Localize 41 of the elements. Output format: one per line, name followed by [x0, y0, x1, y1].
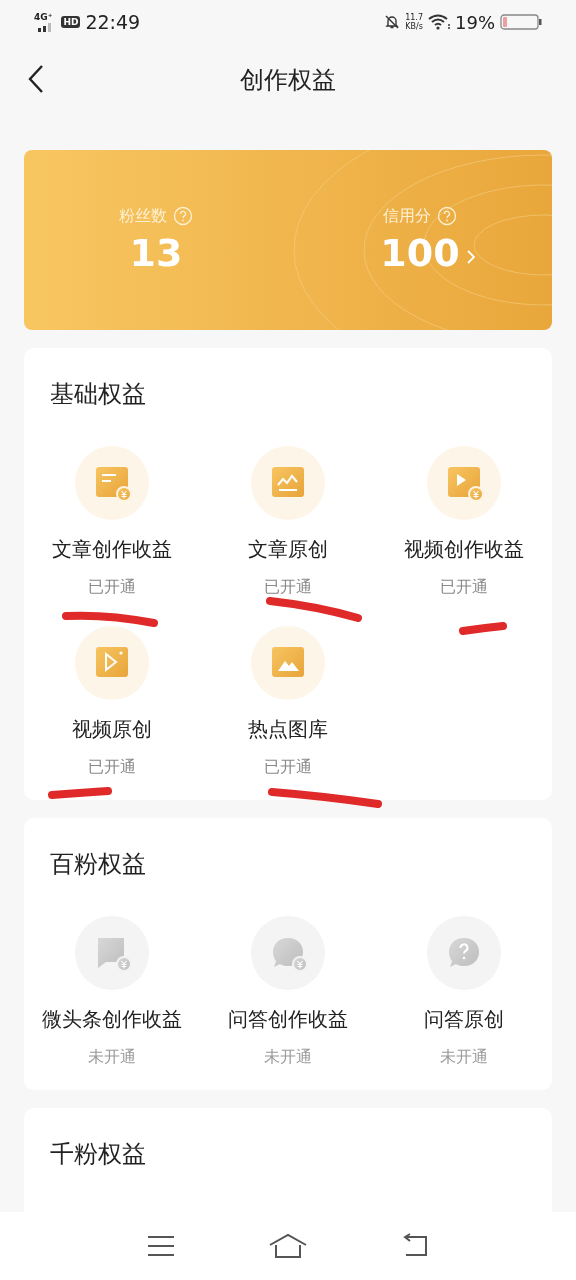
section-title: 千粉权益 — [49, 1139, 147, 1170]
benefit-name: 微头条创作收益 — [42, 1006, 182, 1033]
benefit-status: 未开通 — [264, 1047, 312, 1068]
home-icon[interactable] — [268, 1233, 308, 1259]
network-indicator: 4G⁺ — [34, 12, 53, 22]
muted-bell-icon — [384, 14, 401, 30]
stat-value[interactable]: 100 — [380, 230, 460, 275]
battery-icon — [500, 14, 542, 30]
back-icon[interactable] — [27, 64, 45, 94]
battery-percent: 19% — [455, 11, 495, 33]
benefit-name: 热点图库 — [248, 716, 328, 743]
help-icon[interactable] — [437, 206, 457, 226]
benefit-status: 已开通 — [264, 757, 312, 778]
section-title: 基础权益 — [49, 379, 147, 410]
marker-stroke — [459, 620, 507, 636]
benefit-name: 视频创作收益 — [404, 536, 524, 563]
benefit-status: 已开通 — [88, 577, 136, 598]
benefit-name: 问答原创 — [424, 1006, 504, 1033]
help-icon[interactable] — [173, 206, 193, 226]
benefit-status: 未开通 — [440, 1047, 488, 1068]
signal-icon — [38, 21, 52, 32]
wifi-icon — [428, 14, 450, 30]
menu-icon[interactable] — [146, 1234, 176, 1258]
benefit-name: 文章原创 — [248, 536, 328, 563]
benefit-name: 文章创作收益 — [52, 536, 172, 563]
marker-stroke — [48, 785, 112, 801]
stat-label: 信用分 — [383, 205, 431, 227]
clock-time: 22:49 — [85, 11, 141, 33]
hd-badge: HD — [61, 16, 81, 28]
benefit-status: 已开通 — [264, 577, 312, 598]
network-speed: 11.7 KB/s — [405, 13, 423, 31]
section-title: 百粉权益 — [49, 849, 147, 880]
benefit-name: 问答创作收益 — [228, 1006, 348, 1033]
benefit-status: 已开通 — [88, 757, 136, 778]
stat-value: 13 — [129, 230, 183, 275]
benefit-name: 视频原创 — [72, 716, 152, 743]
benefit-status: 已开通 — [440, 577, 488, 598]
benefit-status: 未开通 — [88, 1047, 136, 1068]
page-title: 创作权益 — [240, 65, 336, 96]
stat-label: 粉丝数 — [119, 205, 167, 227]
chevron-right-icon[interactable] — [465, 248, 476, 265]
